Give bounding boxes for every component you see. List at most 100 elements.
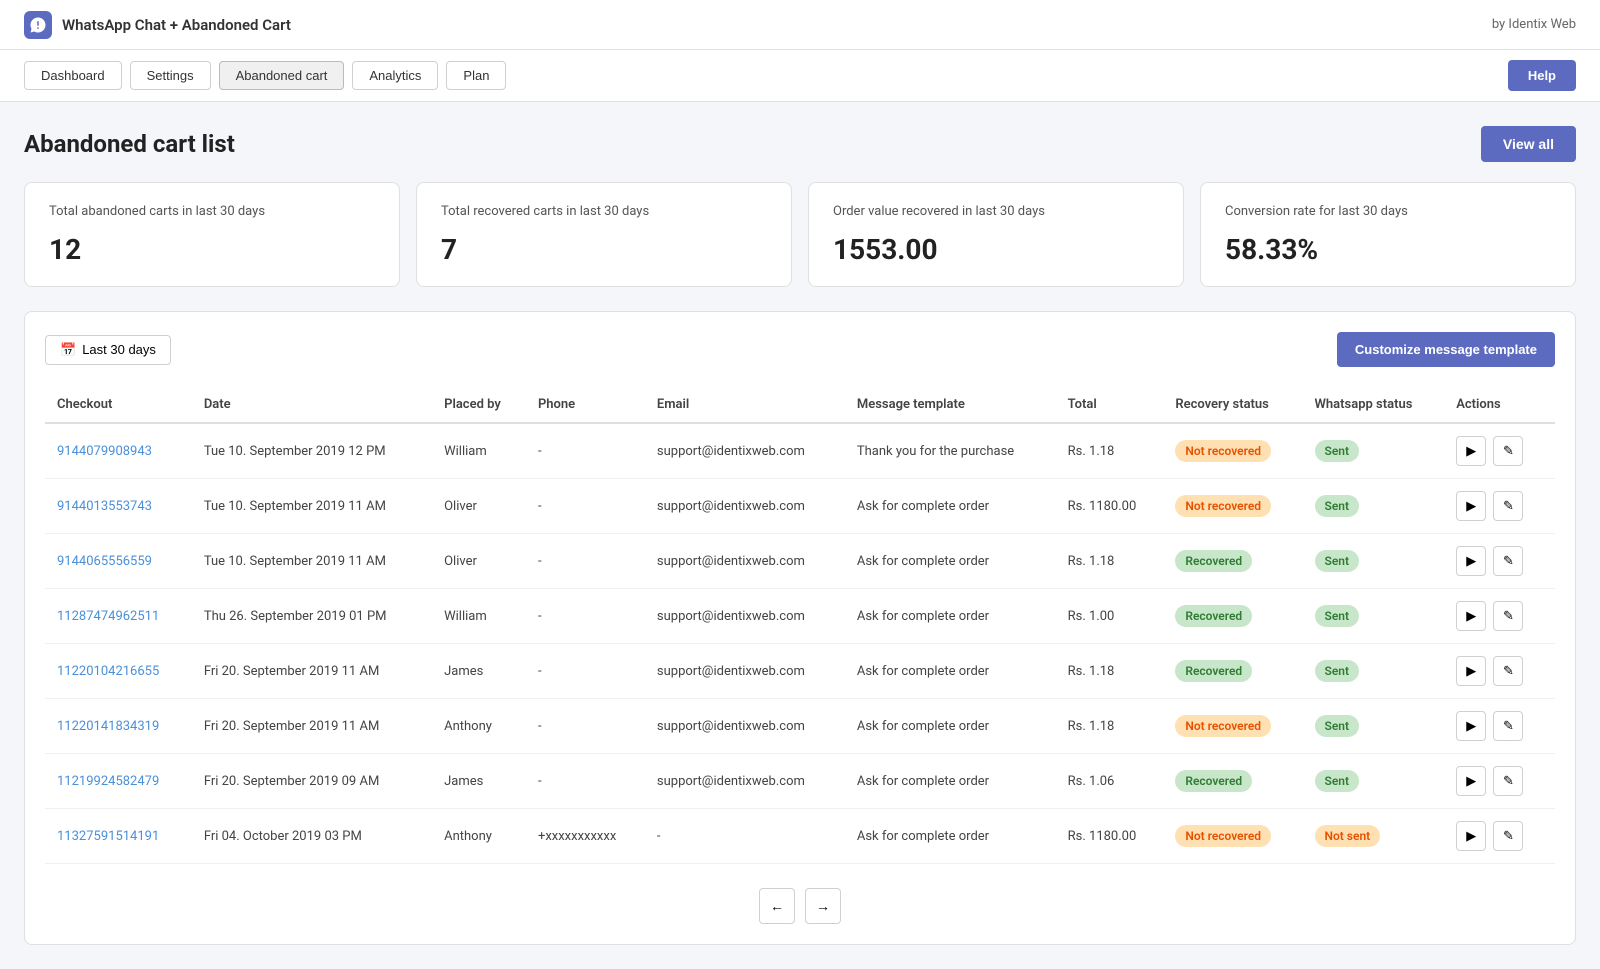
checkout-link[interactable]: 11220104216655 (57, 664, 159, 679)
cell-checkout[interactable]: 11220104216655 (45, 644, 192, 699)
cell-phone: - (526, 699, 645, 754)
customize-message-button[interactable]: Customize message template (1337, 332, 1555, 367)
nav-dashboard[interactable]: Dashboard (24, 61, 122, 90)
cell-date: Tue 10. September 2019 12 PM (192, 423, 432, 479)
chevron-right-icon: → (816, 898, 830, 914)
cart-table: Checkout Date Placed by Phone Email Mess… (45, 387, 1555, 864)
cell-checkout[interactable]: 11327591514191 (45, 809, 192, 864)
cell-actions: ▶ ✎ (1444, 534, 1555, 589)
recovery-status-badge: Not recovered (1175, 440, 1271, 462)
table-row: 11327591514191 Fri 04. October 2019 03 P… (45, 809, 1555, 864)
cell-phone: - (526, 754, 645, 809)
cell-checkout[interactable]: 11287474962511 (45, 589, 192, 644)
cell-checkout[interactable]: 11219924582479 (45, 754, 192, 809)
cell-actions: ▶ ✎ (1444, 809, 1555, 864)
cell-email: support@identixweb.com (645, 589, 845, 644)
nav-abandoned-cart[interactable]: Abandoned cart (219, 61, 345, 90)
app-header-right: by Identix Web (1492, 17, 1576, 32)
send-action-button[interactable]: ▶ (1456, 491, 1486, 521)
cell-checkout[interactable]: 9144079908943 (45, 423, 192, 479)
cell-placed-by: William (432, 589, 526, 644)
table-row: 9144079908943 Tue 10. September 2019 12 … (45, 423, 1555, 479)
stat-card-abandoned: Total abandoned carts in last 30 days 12 (24, 182, 400, 287)
checkout-link[interactable]: 11287474962511 (57, 609, 159, 624)
whatsapp-status-badge: Sent (1315, 495, 1360, 517)
checkout-link[interactable]: 11220141834319 (57, 719, 159, 734)
checkout-link[interactable]: 9144079908943 (57, 444, 152, 459)
edit-action-button[interactable]: ✎ (1493, 766, 1523, 796)
edit-action-button[interactable]: ✎ (1493, 656, 1523, 686)
cell-date: Fri 20. September 2019 09 AM (192, 754, 432, 809)
app-logo (24, 11, 52, 39)
cell-email: support@identixweb.com (645, 479, 845, 534)
cell-recovery-status: Recovered (1163, 644, 1302, 699)
cell-checkout[interactable]: 11220141834319 (45, 699, 192, 754)
checkout-link[interactable]: 9144013553743 (57, 499, 152, 514)
send-action-button[interactable]: ▶ (1456, 436, 1486, 466)
table-row: 11220141834319 Fri 20. September 2019 11… (45, 699, 1555, 754)
whatsapp-status-badge: Sent (1315, 770, 1360, 792)
send-action-button[interactable]: ▶ (1456, 546, 1486, 576)
recovery-status-badge: Not recovered (1175, 825, 1271, 847)
send-action-button[interactable]: ▶ (1456, 766, 1486, 796)
edit-action-button[interactable]: ✎ (1493, 491, 1523, 521)
chevron-left-icon: ← (770, 898, 784, 914)
view-all-button[interactable]: View all (1481, 126, 1576, 162)
whatsapp-status-badge: Sent (1315, 440, 1360, 462)
prev-page-button[interactable]: ← (759, 888, 795, 924)
edit-action-button[interactable]: ✎ (1493, 601, 1523, 631)
cell-whatsapp-status: Sent (1303, 589, 1445, 644)
main-content: Abandoned cart list View all Total aband… (0, 102, 1600, 969)
stat-value-abandoned: 12 (49, 233, 375, 266)
nav-settings[interactable]: Settings (130, 61, 211, 90)
checkout-link[interactable]: 9144065556559 (57, 554, 152, 569)
cell-whatsapp-status: Sent (1303, 754, 1445, 809)
nav-plan[interactable]: Plan (446, 61, 506, 90)
cell-whatsapp-status: Sent (1303, 479, 1445, 534)
whatsapp-status-badge: Not sent (1315, 825, 1381, 847)
send-action-button[interactable]: ▶ (1456, 601, 1486, 631)
edit-action-button[interactable]: ✎ (1493, 711, 1523, 741)
app-header-left: WhatsApp Chat + Abandoned Cart (24, 11, 291, 39)
table-row: 9144065556559 Tue 10. September 2019 11 … (45, 534, 1555, 589)
recovery-status-badge: Recovered (1175, 660, 1252, 682)
cell-placed-by: Oliver (432, 479, 526, 534)
col-phone: Phone (526, 387, 645, 423)
send-action-button[interactable]: ▶ (1456, 711, 1486, 741)
cell-total: Rs. 1.18 (1056, 423, 1164, 479)
col-total: Total (1056, 387, 1164, 423)
cell-placed-by: Anthony (432, 809, 526, 864)
cell-email: support@identixweb.com (645, 644, 845, 699)
whatsapp-status-badge: Sent (1315, 605, 1360, 627)
stat-value-order-value: 1553.00 (833, 233, 1159, 266)
send-action-button[interactable]: ▶ (1456, 656, 1486, 686)
col-actions: Actions (1444, 387, 1555, 423)
checkout-link[interactable]: 11327591514191 (57, 829, 159, 844)
recovery-status-badge: Not recovered (1175, 715, 1271, 737)
cell-message-template: Ask for complete order (845, 589, 1056, 644)
cell-checkout[interactable]: 9144013553743 (45, 479, 192, 534)
cell-actions: ▶ ✎ (1444, 754, 1555, 809)
calendar-icon: 📅 (60, 342, 76, 358)
cell-date: Fri 20. September 2019 11 AM (192, 644, 432, 699)
cell-recovery-status: Recovered (1163, 754, 1302, 809)
nav-analytics[interactable]: Analytics (352, 61, 438, 90)
cell-total: Rs. 1.00 (1056, 589, 1164, 644)
cell-actions: ▶ ✎ (1444, 423, 1555, 479)
cell-date: Fri 04. October 2019 03 PM (192, 809, 432, 864)
date-filter-button[interactable]: 📅 Last 30 days (45, 335, 171, 365)
checkout-link[interactable]: 11219924582479 (57, 774, 159, 789)
edit-action-button[interactable]: ✎ (1493, 821, 1523, 851)
help-button[interactable]: Help (1508, 60, 1576, 91)
edit-action-button[interactable]: ✎ (1493, 546, 1523, 576)
cell-message-template: Ask for complete order (845, 754, 1056, 809)
cell-total: Rs. 1.06 (1056, 754, 1164, 809)
cell-checkout[interactable]: 9144065556559 (45, 534, 192, 589)
recovery-status-badge: Not recovered (1175, 495, 1271, 517)
edit-action-button[interactable]: ✎ (1493, 436, 1523, 466)
send-action-button[interactable]: ▶ (1456, 821, 1486, 851)
col-placed-by: Placed by (432, 387, 526, 423)
next-page-button[interactable]: → (805, 888, 841, 924)
cell-whatsapp-status: Sent (1303, 423, 1445, 479)
page-title: Abandoned cart list (24, 130, 235, 158)
